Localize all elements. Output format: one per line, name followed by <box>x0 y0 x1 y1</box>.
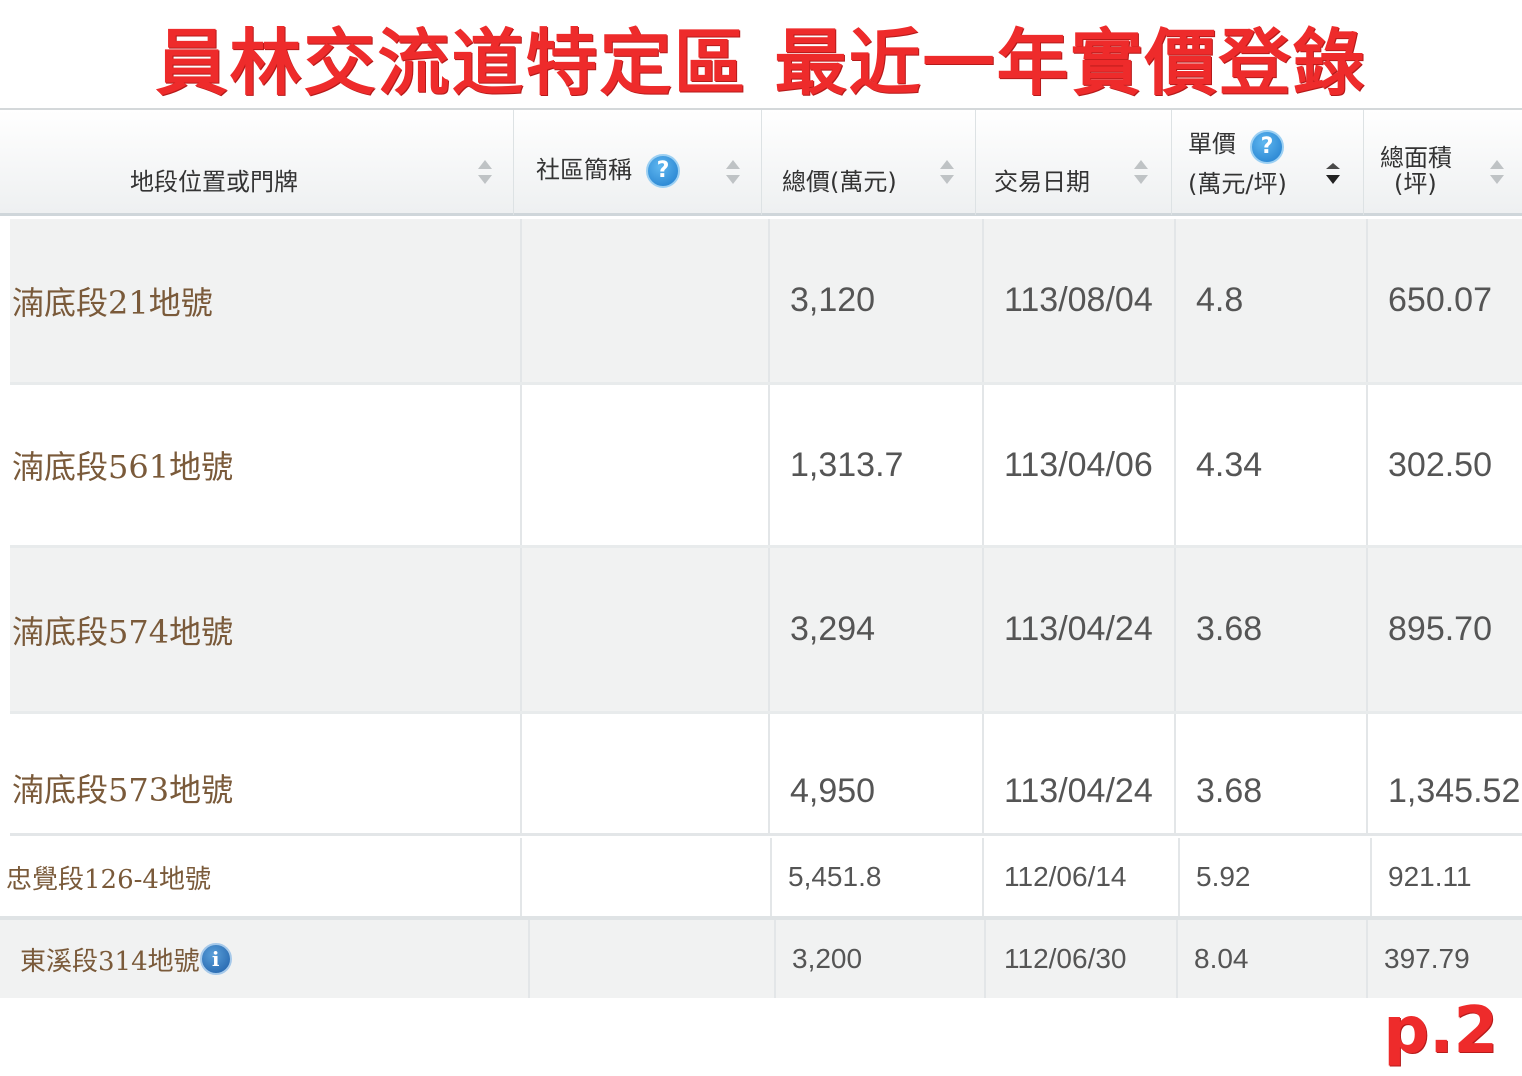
area-cell: 1,345.52 <box>1388 772 1521 810</box>
unit-price-cell: 3.68 <box>1176 548 1368 711</box>
table-row[interactable]: 湳底段573地號 4,950 113/04/24 3.68 1,345.52 <box>10 714 1522 836</box>
unit-price-cell: 8.04 <box>1178 920 1368 998</box>
total-price-cell: 1,313.7 <box>770 385 984 545</box>
total-price-cell: 3,120 <box>770 219 984 382</box>
date-cell: 113/04/06 <box>984 385 1176 545</box>
info-icon[interactable]: i <box>199 943 232 975</box>
date-cell: 112/06/30 <box>986 920 1178 998</box>
table-row[interactable]: 湳底段574地號 3,294 113/04/24 3.68 895.70 <box>10 548 1522 714</box>
table-row[interactable]: 湳底段561地號 1,313.7 113/04/06 4.34 302.50 <box>10 385 1522 548</box>
address-link[interactable]: 東溪段314地號 <box>20 941 200 978</box>
header-total-price-label: 總價(萬元) <box>782 168 897 196</box>
address-cell: 湳底段21地號 <box>10 219 522 382</box>
header-area[interactable]: 總面積 (坪) <box>1364 110 1522 215</box>
sort-desc-icon[interactable] <box>1326 160 1340 184</box>
header-community-label: 社區簡稱 <box>536 156 632 184</box>
header-unit-price[interactable]: 單價 ? (萬元/坪) <box>1172 110 1364 215</box>
community-cell <box>522 714 770 833</box>
total-price-cell: 4,950 <box>770 714 984 833</box>
date-cell: 113/04/24 <box>984 548 1176 711</box>
header-unit-price-label-2: (萬元/坪) <box>1188 170 1287 198</box>
community-cell <box>522 838 772 916</box>
header-date[interactable]: 交易日期 <box>976 110 1172 215</box>
community-cell <box>522 548 770 711</box>
unit-price-cell: 4.8 <box>1176 219 1368 382</box>
header-unit-price-label-1: 單價 <box>1188 130 1236 158</box>
date-cell: 113/04/24 <box>984 714 1176 833</box>
page-number: p.2 <box>1383 994 1498 1068</box>
header-date-label: 交易日期 <box>994 168 1090 196</box>
unit-price-cell: 3.68 <box>1176 714 1368 833</box>
sort-arrows-icon[interactable] <box>726 160 740 184</box>
community-cell <box>530 920 776 998</box>
total-price-cell: 3,294 <box>770 548 984 711</box>
address-cell: 湳底段574地號 <box>10 548 522 711</box>
area-cell: 650.07 <box>1388 281 1492 319</box>
header-area-label-1: 總面積 <box>1380 144 1452 172</box>
unit-price-cell: 4.34 <box>1176 385 1368 545</box>
area-cell: 921.11 <box>1388 861 1472 892</box>
header-address[interactable]: 地段位置或門牌 <box>0 110 514 215</box>
header-community[interactable]: 社區簡稱 ? <box>514 110 762 215</box>
total-price-cell: 3,200 <box>776 920 986 998</box>
total-price-cell: 5,451.8 <box>772 838 984 916</box>
page: 員林交流道特定區 最近一年實價登錄 地段位置或門牌 社區簡稱 ? 總價(萬元) … <box>0 0 1522 1076</box>
address-cell: 忠覺段126-4地號 <box>0 838 522 916</box>
area-cell: 302.50 <box>1388 445 1492 484</box>
table-row[interactable]: 湳底段21地號 3,120 113/08/04 4.8 650.07 <box>10 219 1522 385</box>
help-icon[interactable]: ? <box>646 154 680 188</box>
page-title: 員林交流道特定區 最近一年實價登錄 <box>155 21 1367 105</box>
table-row[interactable]: 忠覺段126-4地號 5,451.8 112/06/14 5.92 921.11 <box>0 838 1522 920</box>
address-cell[interactable]: 東溪段314地號 i <box>0 920 530 998</box>
sort-arrows-icon[interactable] <box>940 160 954 184</box>
area-cell: 895.70 <box>1388 610 1492 648</box>
unit-price-cell: 5.92 <box>1180 838 1372 916</box>
community-cell <box>522 385 770 545</box>
address-cell: 湳底段561地號 <box>10 385 522 545</box>
community-cell <box>522 219 770 382</box>
address-cell: 湳底段573地號 <box>10 714 522 833</box>
date-cell: 112/06/14 <box>984 838 1180 916</box>
help-icon[interactable]: ? <box>1250 130 1284 164</box>
sort-arrows-icon[interactable] <box>1134 160 1148 184</box>
header-address-label: 地段位置或門牌 <box>130 168 298 196</box>
header-total-price[interactable]: 總價(萬元) <box>762 110 976 215</box>
table-row[interactable]: 東溪段314地號 i 3,200 112/06/30 8.04 397.79 <box>0 920 1522 998</box>
sort-arrows-icon[interactable] <box>478 160 492 184</box>
area-cell: 397.79 <box>1384 943 1470 974</box>
sort-arrows-icon[interactable] <box>1490 160 1504 184</box>
header-area-label-2: (坪) <box>1394 170 1437 198</box>
table-header: 地段位置或門牌 社區簡稱 ? 總價(萬元) 交易日期 單價 ? (萬元/坪) 總… <box>0 108 1522 216</box>
date-cell: 113/08/04 <box>984 219 1176 382</box>
